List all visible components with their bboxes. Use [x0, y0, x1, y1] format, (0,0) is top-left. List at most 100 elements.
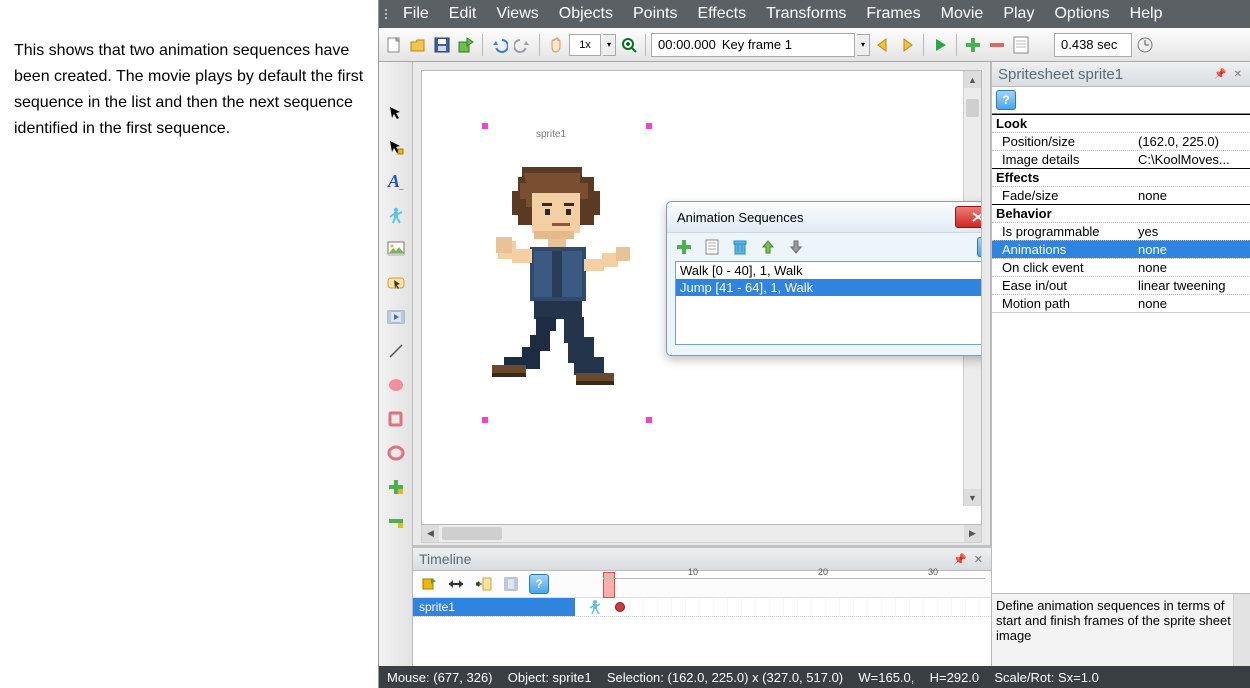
notes-icon[interactable] [1010, 34, 1032, 56]
speed-dropdown[interactable]: ▾ [603, 34, 616, 56]
export-icon[interactable] [455, 34, 477, 56]
menu-transforms[interactable]: Transforms [758, 3, 854, 25]
line-tool-icon[interactable] [385, 340, 407, 362]
menu-frames[interactable]: Frames [858, 3, 928, 25]
sequence-row[interactable]: Jump [41 - 64], 1, Walk [676, 279, 982, 296]
ellipse-outline-icon[interactable] [385, 442, 407, 464]
duration-box[interactable]: 0.438 sec [1054, 33, 1132, 57]
properties-help-icon[interactable]: ? [996, 90, 1016, 110]
prop-val[interactable]: none [1134, 259, 1250, 276]
scroll-right-icon[interactable]: ▶ [964, 525, 981, 542]
prop-key[interactable]: Motion path [992, 295, 1134, 312]
prop-val[interactable]: linear tweening [1134, 277, 1250, 294]
dialog-add-icon[interactable] [677, 240, 691, 254]
menu-views[interactable]: Views [488, 3, 546, 25]
dialog-up-icon[interactable] [761, 240, 775, 254]
prop-key[interactable]: Image details [992, 151, 1134, 168]
tool-strip: A_ [379, 62, 413, 666]
canvas-hscrollbar[interactable]: ◀ ▶ [421, 525, 982, 543]
prop-key[interactable]: Position/size [992, 133, 1134, 150]
sprite-character[interactable] [452, 141, 672, 421]
open-file-icon[interactable] [407, 34, 429, 56]
selection-icon[interactable] [385, 136, 407, 158]
prop-val[interactable]: (162.0, 225.0) [1134, 133, 1250, 150]
menu-movie[interactable]: Movie [933, 3, 992, 25]
next-frame-icon[interactable] [896, 34, 918, 56]
prop-key[interactable]: Fade/size [992, 187, 1134, 204]
canvas[interactable]: sprite1 [421, 70, 982, 525]
dialog-close-button[interactable] [955, 206, 982, 228]
desc-scrollbar[interactable] [1233, 594, 1250, 666]
add-icon[interactable] [962, 34, 984, 56]
timeline-tool2-icon[interactable] [447, 578, 465, 590]
dialog-list-icon[interactable] [705, 239, 719, 255]
properties-pin-icon[interactable]: 📌 ✕ [1214, 69, 1244, 80]
undo-icon[interactable] [488, 34, 510, 56]
text-tool-icon[interactable]: A_ [385, 170, 407, 192]
timeline-tool4-icon[interactable] [503, 576, 519, 592]
sprite-tool-icon[interactable] [385, 204, 407, 226]
prop-val[interactable]: none [1134, 295, 1250, 312]
doc-paragraph: This shows that two animation sequences … [14, 38, 364, 142]
menu-play[interactable]: Play [995, 3, 1042, 25]
vscroll-thumb[interactable] [966, 99, 979, 117]
menu-objects[interactable]: Objects [551, 3, 621, 25]
timeline-ruler[interactable]: 10 20 30 [603, 574, 985, 594]
rect-tool-icon[interactable] [385, 408, 407, 430]
keyframe-dot[interactable] [615, 602, 625, 612]
frame-dropdown[interactable]: ▾ [857, 34, 870, 56]
main-toolbar: 1x ▾ 00:00.000 Key frame 1 ▾ [379, 28, 1250, 62]
menu-edit[interactable]: Edit [441, 3, 485, 25]
timeline-tool3-icon[interactable] [475, 576, 493, 592]
track-label[interactable]: sprite1 [413, 598, 575, 616]
menu-effects[interactable]: Effects [689, 3, 754, 25]
movieclip-tool-icon[interactable] [385, 306, 407, 328]
clock-icon[interactable] [1134, 34, 1156, 56]
timeline-track[interactable]: sprite1 [413, 598, 991, 617]
prop-val[interactable]: C:\KoolMoves... [1134, 151, 1250, 168]
scroll-down-icon[interactable]: ▼ [964, 489, 981, 506]
frame-info[interactable]: 00:00.000 Key frame 1 [651, 33, 855, 57]
menu-points[interactable]: Points [625, 3, 685, 25]
scroll-left-icon[interactable]: ◀ [422, 525, 439, 542]
track-sprite-icon [588, 599, 602, 615]
prop-key[interactable]: Ease in/out [992, 277, 1134, 294]
ellipse-fill-icon[interactable] [385, 374, 407, 396]
prop-key[interactable]: Is programmable [992, 223, 1134, 240]
remove-icon[interactable] [986, 34, 1008, 56]
sequence-row[interactable]: Walk [0 - 40], 1, Walk [676, 262, 982, 279]
remove-shape-icon[interactable] [385, 510, 407, 532]
timeline-pin-icon[interactable]: 📌 ✕ [953, 553, 985, 566]
menu-options[interactable]: Options [1046, 3, 1117, 25]
prop-val[interactable]: none [1134, 187, 1250, 204]
dialog-delete-icon[interactable] [733, 239, 747, 255]
track-lane[interactable] [615, 598, 991, 616]
new-file-icon[interactable] [383, 34, 405, 56]
play-icon[interactable] [929, 34, 951, 56]
prop-val[interactable]: none [1134, 241, 1250, 258]
image-tool-icon[interactable] [385, 238, 407, 260]
save-icon[interactable] [431, 34, 453, 56]
timeline-help-icon[interactable]: ? [529, 574, 549, 594]
prop-key[interactable]: On click event [992, 259, 1134, 276]
prev-frame-icon[interactable] [872, 34, 894, 56]
selection-handle-nw[interactable] [482, 123, 488, 129]
redo-icon[interactable] [512, 34, 534, 56]
dialog-help-icon[interactable]: ? [977, 237, 982, 257]
prop-key[interactable]: Animations [992, 241, 1134, 258]
hscroll-thumb[interactable] [442, 527, 502, 540]
button-tool-icon[interactable] [385, 272, 407, 294]
add-shape-icon[interactable] [385, 476, 407, 498]
tick-label: 20 [818, 567, 828, 577]
menu-help[interactable]: Help [1122, 3, 1171, 25]
prop-val[interactable]: yes [1134, 223, 1250, 240]
scroll-up-icon[interactable]: ▲ [964, 71, 981, 88]
hand-icon[interactable] [545, 34, 567, 56]
menu-file[interactable]: File [395, 3, 437, 25]
selection-handle-ne[interactable] [646, 123, 652, 129]
zoom-icon[interactable] [618, 34, 640, 56]
dialog-down-icon[interactable] [789, 240, 803, 254]
sequence-list[interactable]: Walk [0 - 40], 1, Walk Jump [41 - 64], 1… [675, 261, 982, 345]
pointer-icon[interactable] [385, 102, 407, 124]
timeline-tool1-icon[interactable] [421, 576, 437, 592]
